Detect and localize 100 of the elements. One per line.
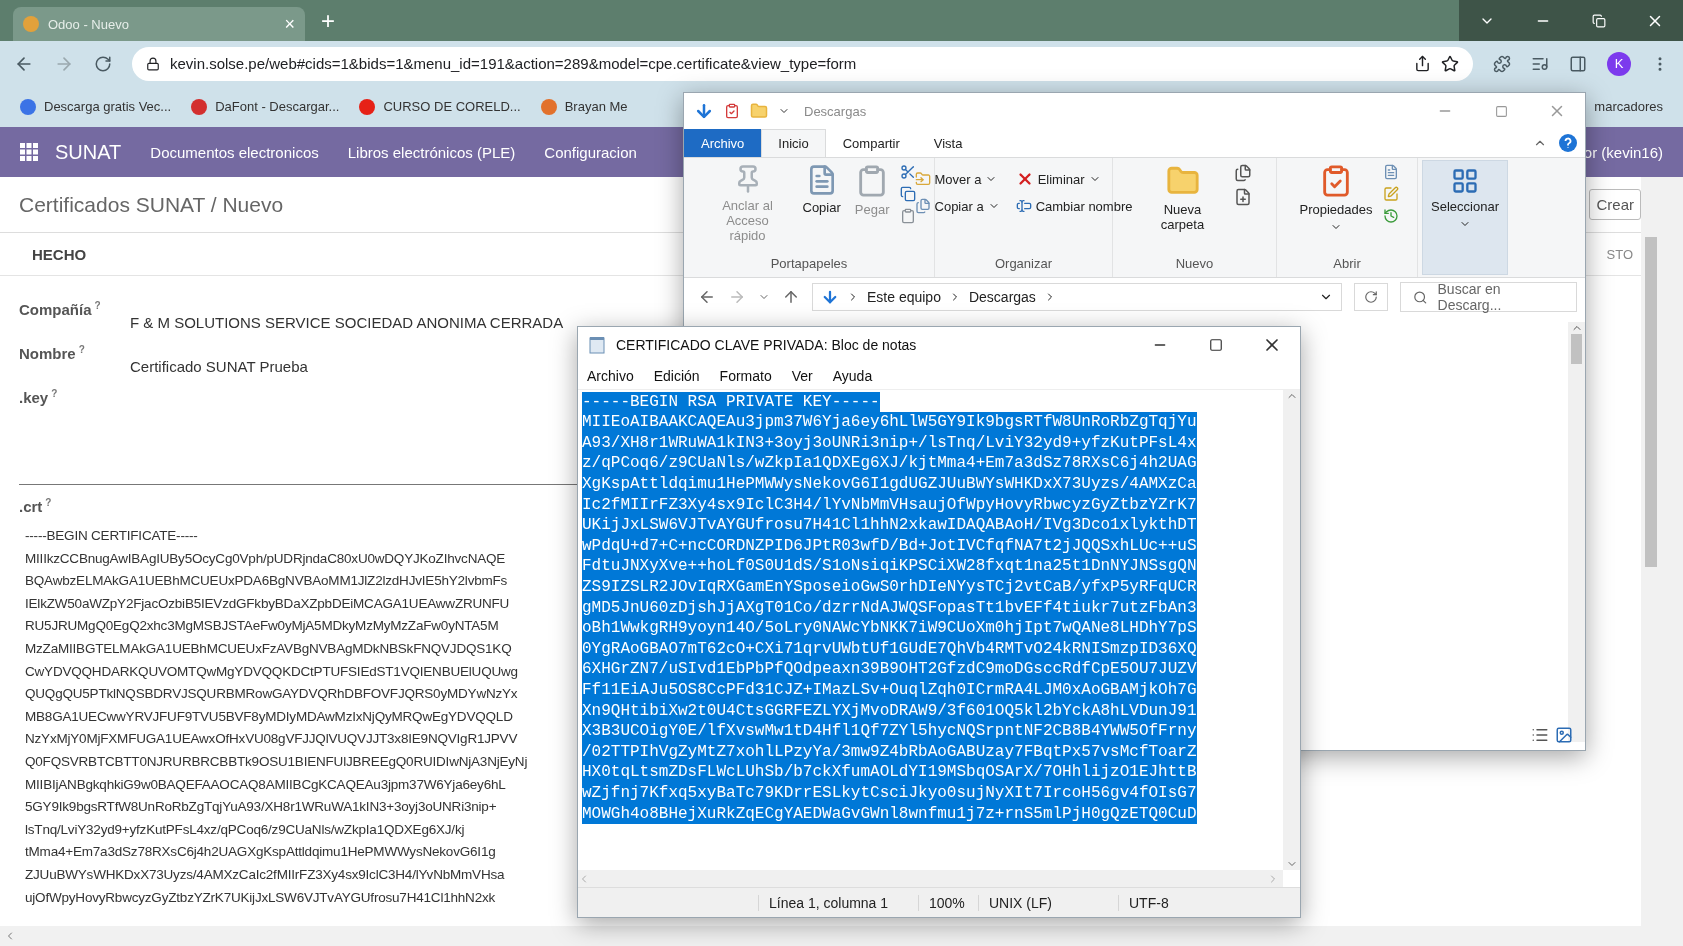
nav-menu-item[interactable]: Documentos electronicos xyxy=(150,143,319,161)
rename-icon xyxy=(1015,198,1032,214)
certificate-line: 5GY9Ik9bgsRTfW8UnRoRbZgTqjYuA93/XH8r1WRuWA1kIN3+3oyj3oUNRi3nip+ xyxy=(25,798,497,817)
certificate-line: MB8GA1UECwwYRVJFUF9TVU5BVF8yMDIyMDAwMzIxNjQyMRQwEgYDVQQLD xyxy=(25,707,513,726)
status-text: Línea 1, columna 1 xyxy=(758,894,918,911)
scroll-thumb[interactable] xyxy=(1645,237,1657,567)
menu-item[interactable]: Ver xyxy=(791,367,813,384)
large-icons-view-icon[interactable] xyxy=(1555,726,1573,744)
status-stage[interactable]: STO xyxy=(1606,246,1633,262)
restore-icon[interactable] xyxy=(1592,13,1606,28)
create-button[interactable]: Crear xyxy=(1589,189,1641,220)
ribbon-tab[interactable]: Compartir xyxy=(825,129,917,157)
download-icon xyxy=(821,288,839,306)
favicon-icon xyxy=(191,98,208,115)
certificate-line: MIIBIjANBgkqhkiG9w0BAQEFAAOCAQ8AMIIBCgKCAQEAu3jpm37W6Yja6ey6hL xyxy=(25,775,506,794)
extensions-icon[interactable] xyxy=(1493,54,1511,73)
search-icon xyxy=(1413,289,1428,305)
star-icon[interactable] xyxy=(1441,54,1459,73)
ribbon-button[interactable]: Propiedades xyxy=(1295,162,1377,235)
properties-icon[interactable] xyxy=(724,103,740,119)
field-label: .key $^{?}$ xyxy=(19,388,58,406)
profile-avatar[interactable]: K xyxy=(1607,51,1631,76)
nav-menu-item[interactable]: Configuracion xyxy=(544,143,637,161)
horizontal-scrollbar[interactable] xyxy=(0,926,1641,946)
folder-icon xyxy=(914,171,931,187)
favicon-icon xyxy=(20,98,36,115)
certificate-line: -----BEGIN CERTIFICATE----- xyxy=(25,527,198,545)
certificate-line: Q0FQSVRBTCBTT0NJRURBRCBBTk9OSU1BIENFUlJBREEgQ0RUIDIwNjA3NjEyNj xyxy=(25,752,528,771)
field-value[interactable]: F & M SOLUTIONS SERVICE SOCIEDAD ANONIMA CERRADA xyxy=(130,313,564,331)
history-icon[interactable] xyxy=(1382,208,1399,224)
certificate-line: IElkZW50aWZpY2FjacOzbiB5IEVzdGFkbyBDaXZpbDEiMCAGA1UEAwwZRUNFU xyxy=(25,594,510,613)
status-text: UTF-8 xyxy=(1118,894,1238,911)
address-bar[interactable]: Este equipo Descargas xyxy=(812,283,1342,311)
scrollbar[interactable] xyxy=(1568,322,1585,742)
certificate-line: QUQgQU5PTklNQSBDRVJSQURBMRowGAYDVQRhDBFOVFJQRS0yMDYwNzYx xyxy=(25,685,518,704)
new-item-icon[interactable] xyxy=(1233,164,1252,182)
notepad-icon xyxy=(588,335,606,354)
window-title: Descargas xyxy=(804,103,867,119)
page-scrollbar[interactable] xyxy=(1661,177,1683,946)
group-label: Nuevo xyxy=(1174,256,1215,273)
apps-grid-icon[interactable] xyxy=(20,143,38,161)
bookmarks-folder[interactable]: marcadores xyxy=(1594,99,1663,114)
favicon-icon xyxy=(540,98,557,115)
address-field[interactable]: kevin.solse.pe/web#cids=1&bids=1&menu_id=191&action=289&model=cpe.certificate&view_type=form xyxy=(132,46,1473,81)
group-label: Portapapeles xyxy=(769,256,849,273)
path-segment[interactable]: Descargas xyxy=(968,289,1036,305)
bookmark[interactable]: Descarga gratis Vec... xyxy=(20,98,172,115)
window-title: CERTIFICADO CLAVE PRIVADA: Bloc de notas xyxy=(616,336,917,353)
certificate-line: lsTnq/LviY32yd9+yfzKutPFsL4xz/qPCoq6/z9CUaNls/wZkpIa1QDXEg6XJ/kj xyxy=(25,820,465,839)
easy-access-icon[interactable] xyxy=(1233,188,1252,206)
ribbon-button[interactable]: Cambiar nombre xyxy=(1015,198,1133,214)
copy-path-icon[interactable] xyxy=(899,186,916,202)
ribbon-tab[interactable]: Inicio xyxy=(761,129,826,157)
menu-item[interactable]: Ayuda xyxy=(832,367,873,384)
side-panel-icon[interactable] xyxy=(1569,54,1587,73)
path-segment[interactable]: Este equipo xyxy=(867,289,941,305)
maximize-icon[interactable] xyxy=(1209,337,1223,352)
certificate-line: MzZaMIIBGTELMAkGA1UEBhMCUEUxFzAVBgNVBAgMDkNBSkFNQVJDQS1KQ xyxy=(25,639,512,658)
field-value[interactable]: Certificado SUNAT Prueba xyxy=(130,357,308,375)
back-icon[interactable] xyxy=(698,288,716,306)
help-icon[interactable] xyxy=(1559,134,1577,152)
ribbon-tab[interactable]: Archivo xyxy=(684,129,762,157)
form-scrollbar[interactable] xyxy=(1641,177,1661,946)
menu-item[interactable]: Edición xyxy=(653,367,700,384)
open-icon[interactable] xyxy=(1382,164,1399,180)
new-tab-button[interactable]: + xyxy=(321,7,335,35)
ribbon-button[interactable]: Nueva carpeta xyxy=(1137,162,1228,234)
certificate-line: MIIIkzCCBnugAwIBAgIUBy5OcyCg0Vph/pUDRjndaC80xU0wDQYJKoZIhvcNAQE xyxy=(25,549,506,568)
bookmark[interactable]: Brayan Me xyxy=(540,98,628,115)
ribbon-button[interactable]: Copiar xyxy=(798,162,845,217)
bookmark[interactable]: CURSO DE CORELD... xyxy=(359,98,521,115)
grid-icon xyxy=(1451,167,1479,195)
breadcrumb: Certificados SUNAT / Nuevo xyxy=(19,192,284,217)
scroll-thumb[interactable] xyxy=(1570,334,1583,364)
reload-icon[interactable] xyxy=(94,54,112,73)
share-icon[interactable] xyxy=(1414,55,1431,72)
status-button[interactable]: HECHO xyxy=(32,245,87,263)
ribbon-button[interactable]: Copiar a xyxy=(914,198,1000,214)
nav-menu-item[interactable]: Libros electrónicos (PLE) xyxy=(347,143,516,161)
search-field[interactable]: Buscar en Descarg... xyxy=(1400,282,1577,312)
certificate-line: CwYDVQQHDARKQUVOMTQwMgYDVQQKDCtPTUFSIEdST1VQIENBUElUQUwg xyxy=(25,662,518,681)
menu-item[interactable]: Formato xyxy=(719,367,772,384)
group-label: Organizar xyxy=(993,256,1054,273)
details-view-icon[interactable] xyxy=(1531,726,1549,744)
field-label: Nombre $^{?}$ xyxy=(19,344,85,362)
paste-shortcut-icon[interactable] xyxy=(899,208,916,224)
ribbon-tab[interactable]: Vista xyxy=(916,129,980,157)
bookmark[interactable]: DaFont - Descargar... xyxy=(191,98,340,115)
up-icon[interactable] xyxy=(782,288,800,306)
download-icon xyxy=(694,101,714,121)
status-text: 100% xyxy=(918,894,978,911)
app-name[interactable]: SUNAT xyxy=(55,140,122,164)
refresh-icon[interactable] xyxy=(1364,290,1378,304)
ribbon-button[interactable]: Eliminar xyxy=(1015,170,1133,188)
favicon-icon xyxy=(359,98,376,115)
menu-item[interactable]: Archivo xyxy=(587,367,634,384)
select-button[interactable]: Seleccionar xyxy=(1422,160,1508,275)
ribbon-button[interactable]: Mover a xyxy=(914,170,1000,188)
scissors-icon[interactable] xyxy=(899,164,916,180)
lock-icon xyxy=(146,56,160,71)
